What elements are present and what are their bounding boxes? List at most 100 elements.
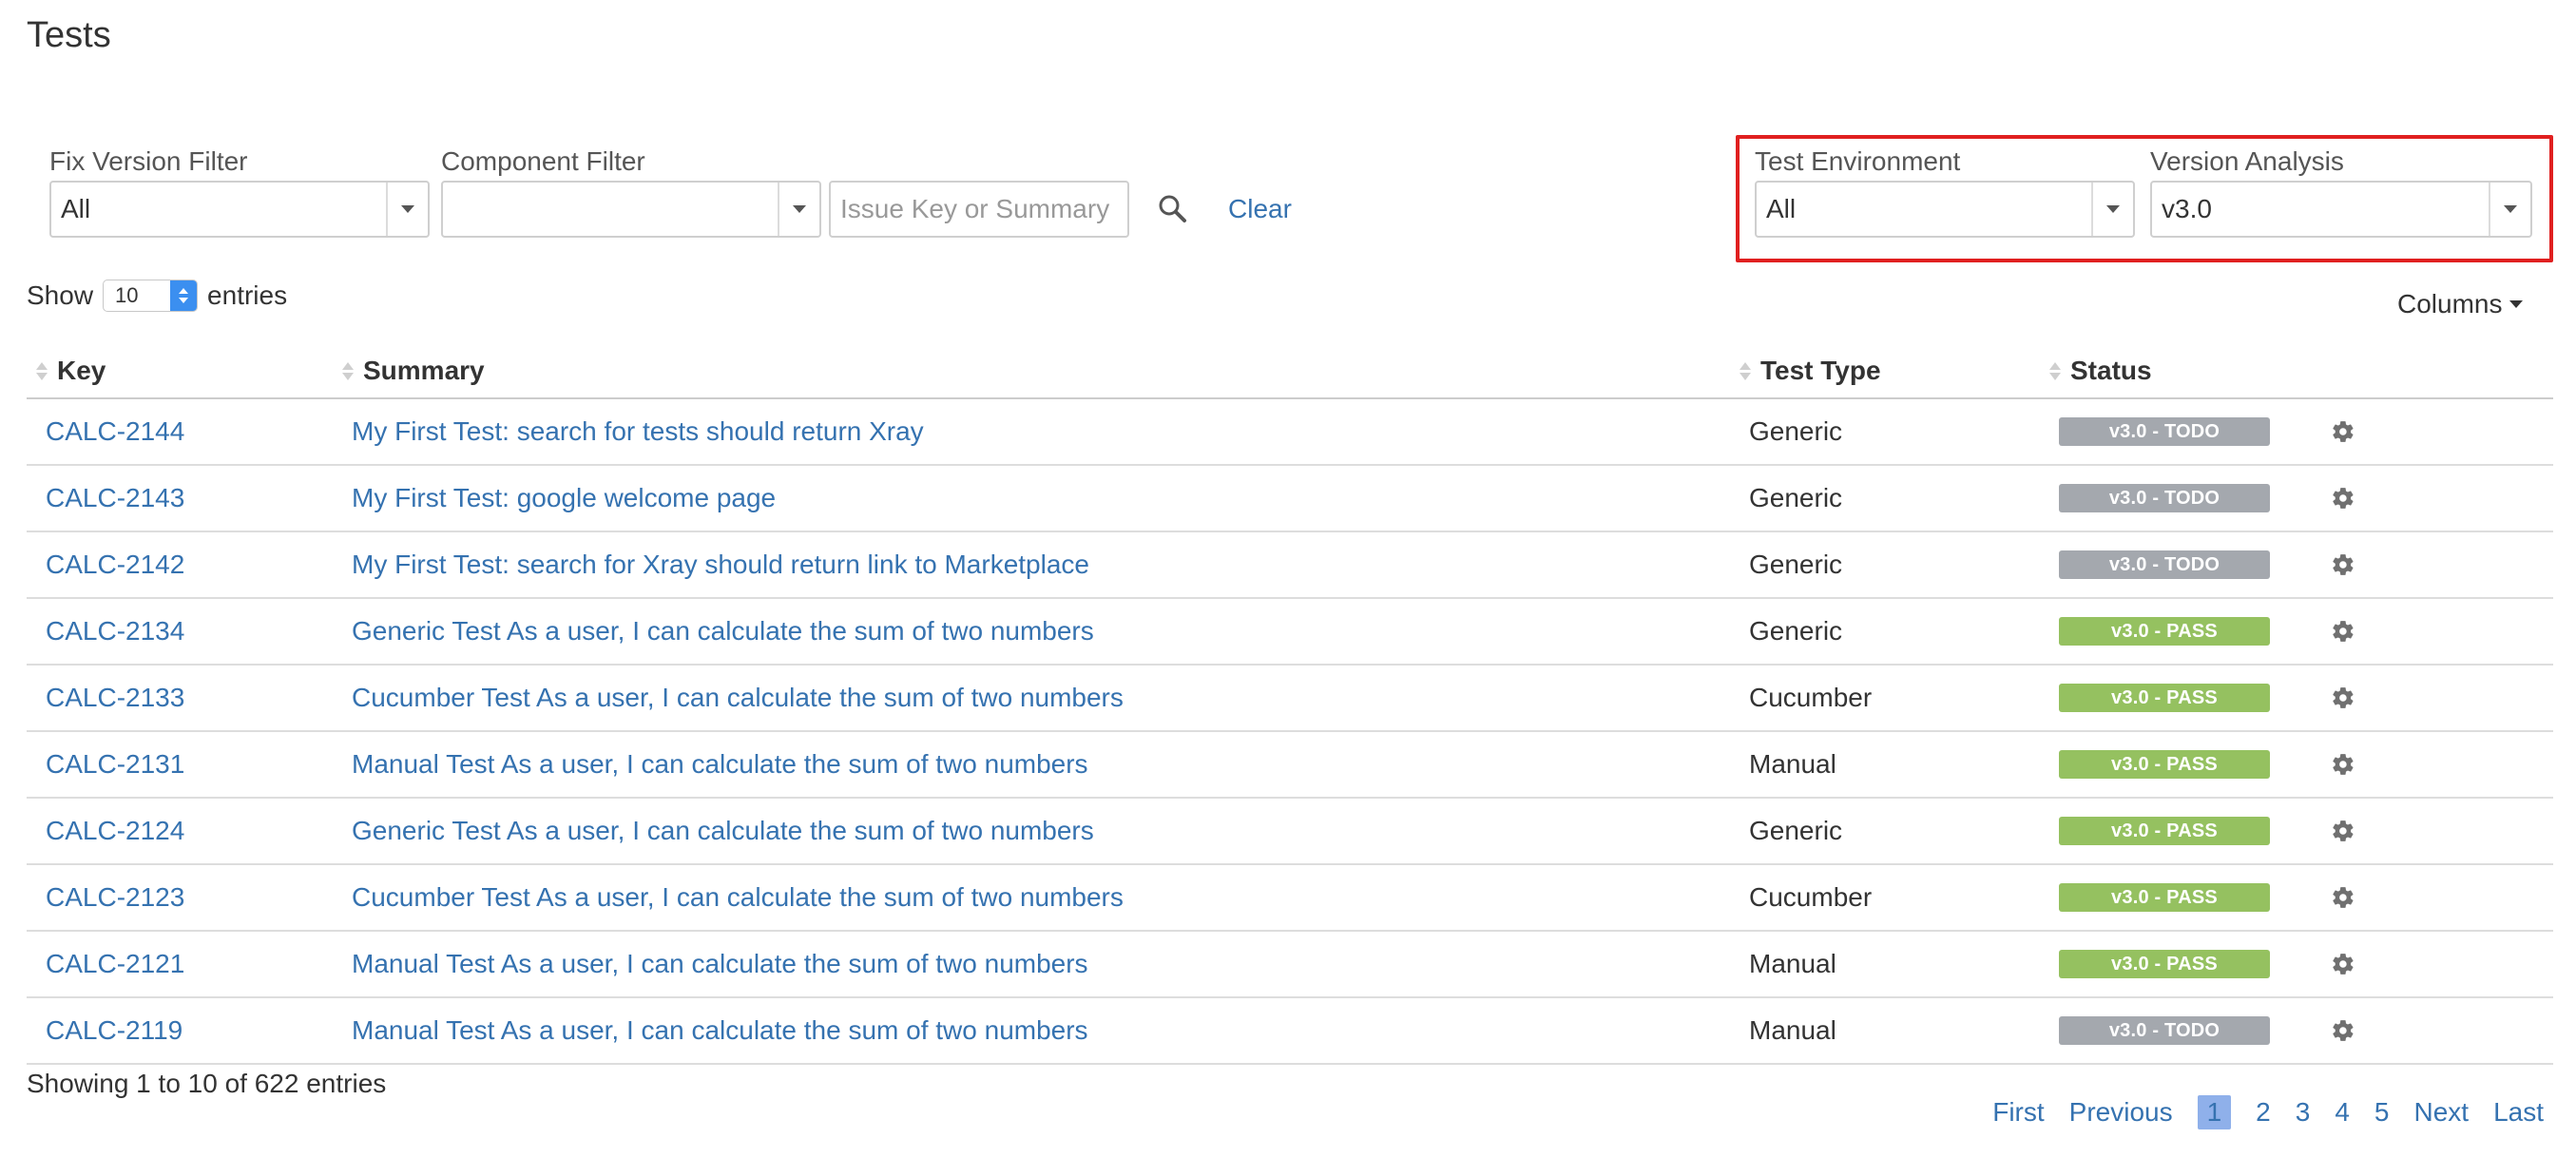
table-row: CALC-2121 Manual Test As a user, I can c… [27, 932, 2553, 998]
summary-link[interactable]: Cucumber Test As a user, I can calculate… [352, 666, 1124, 730]
summary-link[interactable]: My First Test: search for Xray should re… [352, 532, 1089, 597]
summary-link[interactable]: Manual Test As a user, I can calculate t… [352, 998, 1088, 1063]
fix-version-filter-select[interactable]: All [49, 181, 430, 238]
pagination-page-4[interactable]: 4 [2335, 1097, 2350, 1128]
version-analysis-value: v3.0 [2162, 194, 2212, 223]
table-row: CALC-2143 My First Test: google welcome … [27, 466, 2553, 532]
columns-button[interactable]: Columns [2397, 289, 2524, 319]
issue-key-link[interactable]: CALC-2121 [46, 932, 184, 996]
gear-icon[interactable] [2331, 732, 2355, 797]
page-length-select[interactable]: 10 [103, 280, 199, 312]
test-type: Manual [1749, 949, 1836, 978]
pagination-page-3[interactable]: 3 [2296, 1097, 2311, 1128]
test-type: Generic [1749, 816, 1843, 845]
pagination-previous[interactable]: Previous [2069, 1097, 2173, 1128]
chevron-down-icon[interactable] [386, 183, 428, 236]
sort-icon [342, 361, 354, 380]
summary-link[interactable]: Generic Test As a user, I can calculate … [352, 599, 1094, 664]
sort-icon [1740, 361, 1751, 380]
gear-icon[interactable] [2331, 666, 2355, 730]
status-badge: v3.0 - PASS [2059, 950, 2270, 978]
status-badge: v3.0 - TODO [2059, 417, 2270, 446]
issue-key-link[interactable]: CALC-2123 [46, 865, 184, 930]
table-info: Showing 1 to 10 of 622 entries [27, 1069, 387, 1098]
issue-key-link[interactable]: CALC-2142 [46, 532, 184, 597]
length-menu-suffix: entries [207, 280, 288, 310]
issue-key-link[interactable]: CALC-2124 [46, 799, 184, 863]
column-header-status[interactable]: Status [2049, 342, 2152, 399]
table-row: CALC-2144 My First Test: search for test… [27, 399, 2553, 466]
status-badge: v3.0 - PASS [2059, 750, 2270, 779]
summary-link[interactable]: Manual Test As a user, I can calculate t… [352, 932, 1088, 996]
table-header: Key Summary Test Type Status [27, 342, 2553, 399]
pagination-first[interactable]: First [1992, 1097, 2044, 1128]
chevron-down-icon[interactable] [2091, 183, 2133, 236]
clear-button[interactable]: Clear [1228, 194, 1292, 224]
pagination-last[interactable]: Last [2493, 1097, 2544, 1128]
gear-icon[interactable] [2331, 865, 2355, 930]
table-row: CALC-2119 Manual Test As a user, I can c… [27, 998, 2553, 1065]
issue-key-link[interactable]: CALC-2119 [46, 998, 183, 1063]
status-cell: v3.0 - PASS [2059, 666, 2270, 730]
issue-key-link[interactable]: CALC-2144 [46, 399, 184, 464]
column-header-key[interactable]: Key [36, 342, 106, 399]
search-input[interactable] [829, 181, 1129, 238]
component-filter-select[interactable] [441, 181, 821, 238]
pagination-page-1[interactable]: 1 [2197, 1095, 2232, 1129]
caret-down-icon [2509, 300, 2524, 308]
summary-link[interactable]: Manual Test As a user, I can calculate t… [352, 732, 1088, 797]
summary-link[interactable]: Generic Test As a user, I can calculate … [352, 799, 1094, 863]
pagination-page-5[interactable]: 5 [2374, 1097, 2390, 1128]
status-cell: v3.0 - PASS [2059, 932, 2270, 996]
status-cell: v3.0 - TODO [2059, 532, 2270, 597]
column-header-test-type[interactable]: Test Type [1740, 342, 1881, 399]
test-type: Manual [1749, 1015, 1836, 1045]
issue-key-link[interactable]: CALC-2131 [46, 732, 184, 797]
column-header-key-label: Key [57, 356, 106, 385]
status-cell: v3.0 - TODO [2059, 466, 2270, 531]
test-type: Generic [1749, 550, 1843, 579]
summary-link[interactable]: My First Test: search for tests should r… [352, 399, 924, 464]
test-type: Generic [1749, 616, 1843, 646]
page-title: Tests [27, 15, 111, 55]
page-length-value: 10 [115, 283, 139, 307]
length-menu-prefix: Show [27, 280, 94, 310]
gear-icon[interactable] [2331, 399, 2355, 464]
gear-icon[interactable] [2331, 466, 2355, 531]
gear-icon[interactable] [2331, 932, 2355, 996]
table-row: CALC-2124 Generic Test As a user, I can … [27, 799, 2553, 865]
gear-icon[interactable] [2331, 599, 2355, 664]
test-type: Cucumber [1749, 882, 1873, 912]
gear-icon[interactable] [2331, 799, 2355, 863]
column-header-test-type-label: Test Type [1760, 356, 1881, 385]
issue-key-link[interactable]: CALC-2134 [46, 599, 184, 664]
status-badge: v3.0 - PASS [2059, 617, 2270, 646]
test-type: Cucumber [1749, 683, 1873, 712]
chevron-down-icon[interactable] [2489, 183, 2530, 236]
test-type: Manual [1749, 749, 1836, 779]
search-icon[interactable] [1156, 192, 1190, 226]
chevron-down-icon[interactable] [778, 183, 819, 236]
test-environment-select[interactable]: All [1755, 181, 2135, 238]
table-row: CALC-2131 Manual Test As a user, I can c… [27, 732, 2553, 799]
pagination: First Previous 1 2 3 4 5 Next Last [1968, 1095, 2544, 1129]
issue-key-link[interactable]: CALC-2133 [46, 666, 184, 730]
summary-link[interactable]: My First Test: google welcome page [352, 466, 776, 531]
pagination-page-2[interactable]: 2 [2256, 1097, 2271, 1128]
test-environment-value: All [1766, 194, 1797, 223]
version-analysis-select[interactable]: v3.0 [2150, 181, 2532, 238]
summary-link[interactable]: Cucumber Test As a user, I can calculate… [352, 865, 1124, 930]
issue-key-link[interactable]: CALC-2143 [46, 466, 184, 531]
column-header-summary[interactable]: Summary [342, 342, 485, 399]
gear-icon[interactable] [2331, 998, 2355, 1063]
gear-icon[interactable] [2331, 532, 2355, 597]
table-row: CALC-2142 My First Test: search for Xray… [27, 532, 2553, 599]
status-badge: v3.0 - PASS [2059, 684, 2270, 712]
pagination-next[interactable]: Next [2413, 1097, 2469, 1128]
stepper-icon[interactable] [170, 280, 198, 311]
table-row: CALC-2133 Cucumber Test As a user, I can… [27, 666, 2553, 732]
component-filter-label: Component Filter [441, 146, 645, 176]
status-badge: v3.0 - TODO [2059, 1016, 2270, 1045]
length-menu: Show 10 entries [27, 280, 287, 312]
status-badge: v3.0 - PASS [2059, 883, 2270, 912]
